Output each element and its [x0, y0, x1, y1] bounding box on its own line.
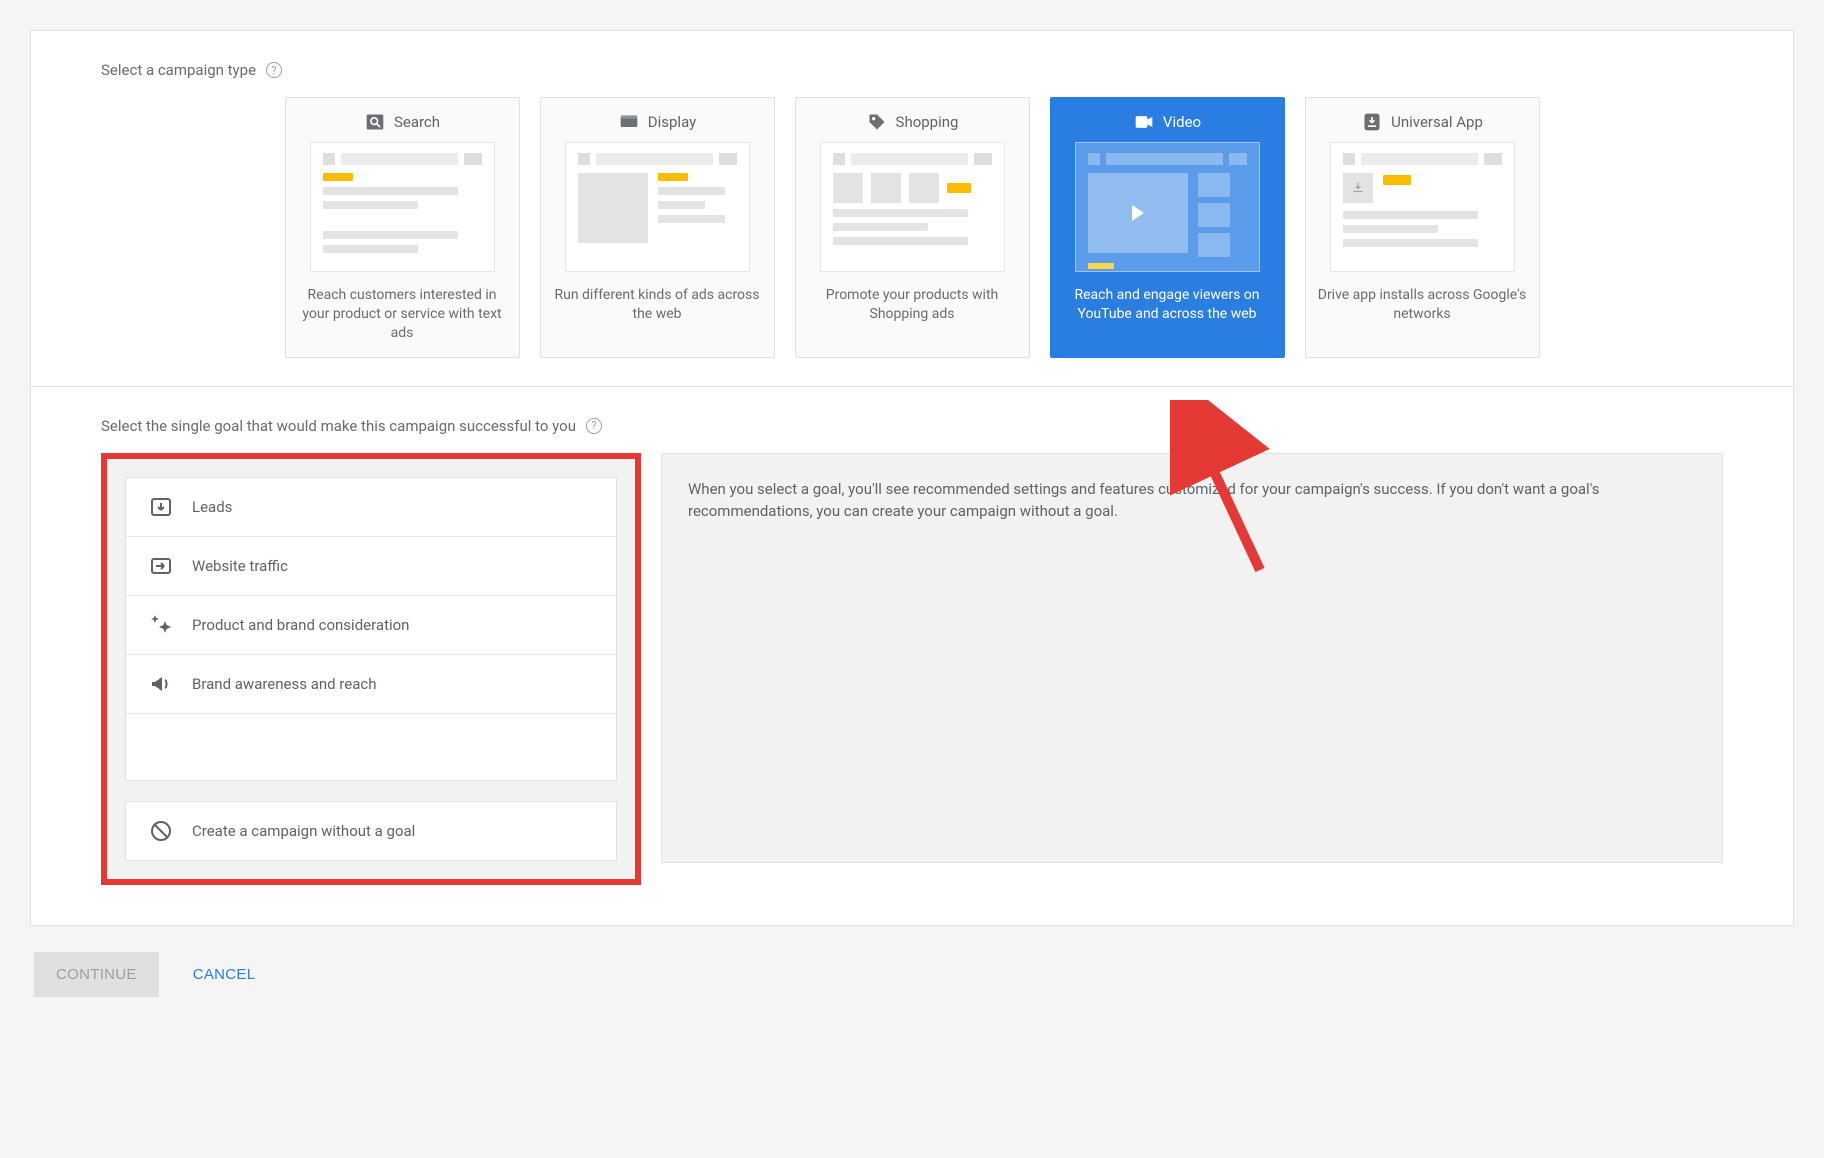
goal-label: Website traffic [192, 557, 288, 575]
campaign-type-card-video[interactable]: Video Reach and engage viewers on YouTub… [1050, 97, 1285, 358]
card-title: Search [394, 113, 440, 131]
megaphone-icon [148, 671, 174, 697]
goal-label: Brand awareness and reach [192, 675, 376, 693]
no-sign-icon [148, 818, 174, 844]
card-desc: Promote your products with Shopping ads [796, 286, 1029, 338]
card-title: Display [648, 113, 696, 131]
cancel-button[interactable]: CANCEL [187, 952, 262, 997]
card-thumbnail [1330, 142, 1515, 272]
card-title: Universal App [1391, 113, 1483, 131]
card-desc: Reach customers interested in your produ… [286, 286, 519, 357]
campaign-type-card-display[interactable]: Display Run different kinds of ad [540, 97, 775, 358]
card-desc: Reach and engage viewers on YouTube and … [1051, 286, 1284, 338]
play-icon [1132, 205, 1144, 221]
goal-label: Create a campaign without a goal [192, 822, 415, 840]
section-label-campaign-type: Select a campaign type [101, 61, 256, 79]
sparkle-icon [148, 612, 174, 638]
card-thumbnail [820, 142, 1005, 272]
app-download-icon [1361, 112, 1383, 132]
goal-item-no-goal[interactable]: Create a campaign without a goal [126, 802, 616, 860]
goal-item-website-traffic[interactable]: Website traffic [126, 537, 616, 596]
traffic-icon [148, 553, 174, 579]
leads-icon [148, 494, 174, 520]
campaign-setup-panel: Select a campaign type ? Search [30, 30, 1794, 926]
section-label-goal: Select the single goal that would make t… [101, 417, 576, 435]
display-icon [618, 112, 640, 132]
card-thumbnail [565, 142, 750, 272]
help-icon[interactable]: ? [586, 418, 602, 434]
goal-item-blank [126, 714, 616, 780]
card-thumbnail [1075, 142, 1260, 272]
download-icon [1343, 173, 1373, 203]
campaign-type-card-shopping[interactable]: Shopping Promote your products with Shop… [795, 97, 1030, 358]
card-thumbnail [310, 142, 495, 272]
video-icon [1133, 112, 1155, 132]
goal-label: Product and brand consideration [192, 616, 409, 634]
card-desc: Run different kinds of ads across the we… [541, 286, 774, 338]
goal-label: Leads [192, 498, 232, 516]
campaign-type-card-search[interactable]: Search Reach customers interested in you… [285, 97, 520, 358]
card-desc: Drive app installs across Google's netwo… [1306, 286, 1539, 338]
goal-selection-highlight: Leads Website traffic Product and brand … [101, 453, 641, 885]
goal-explanation: When you select a goal, you'll see recom… [661, 453, 1723, 863]
card-title: Video [1163, 113, 1201, 131]
goal-item-consideration[interactable]: Product and brand consideration [126, 596, 616, 655]
campaign-type-card-universal-app[interactable]: Universal App Dri [1305, 97, 1540, 358]
tag-icon [866, 112, 888, 132]
search-icon [364, 112, 386, 132]
goal-item-leads[interactable]: Leads [126, 478, 616, 537]
goal-item-awareness[interactable]: Brand awareness and reach [126, 655, 616, 714]
help-icon[interactable]: ? [266, 62, 282, 78]
continue-button[interactable]: CONTINUE [34, 952, 159, 997]
card-title: Shopping [896, 113, 959, 131]
